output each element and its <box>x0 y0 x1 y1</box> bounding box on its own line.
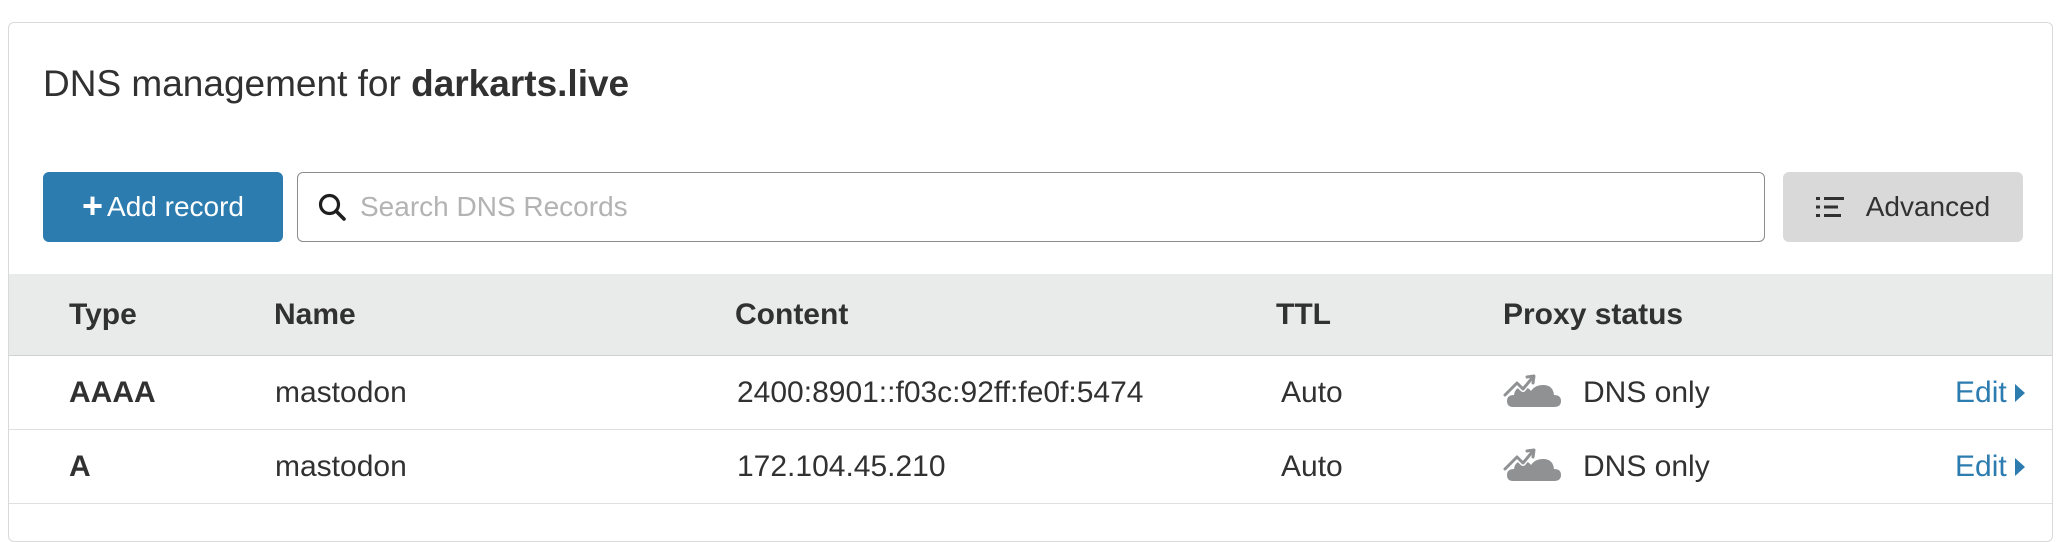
dns-toolbar: + Add record Search DNS Records Advanced <box>43 172 2028 242</box>
search-box[interactable] <box>297 172 1765 242</box>
caret-right-icon <box>2014 384 2025 402</box>
proxy-status: DNS only <box>1503 430 1710 504</box>
proxy-status-label: DNS only <box>1583 450 1710 483</box>
table-header: Type Name Content TTL Proxy status <box>9 274 2052 356</box>
record-ttl: Auto <box>1281 376 1343 409</box>
column-header-ttl[interactable]: TTL <box>1276 274 1331 356</box>
dns-records-table: Type Name Content TTL Proxy status AAAA … <box>9 274 2052 504</box>
search-icon <box>316 191 348 223</box>
advanced-button[interactable]: Advanced <box>1783 172 2023 242</box>
column-header-proxy-status[interactable]: Proxy status <box>1503 274 1683 356</box>
filter-list-icon <box>1815 196 1844 218</box>
domain-name: darkarts.live <box>411 63 630 104</box>
record-ttl: Auto <box>1281 450 1343 483</box>
column-header-content[interactable]: Content <box>735 274 848 356</box>
column-header-type[interactable]: Type <box>69 274 137 356</box>
caret-right-icon <box>2014 458 2025 476</box>
add-record-button[interactable]: + Add record <box>43 172 283 242</box>
record-name: mastodon <box>275 376 407 409</box>
dns-only-cloud-icon <box>1503 448 1561 481</box>
column-header-name[interactable]: Name <box>274 274 356 356</box>
page-title: DNS management for darkarts.live <box>43 59 629 109</box>
record-content: 172.104.45.210 <box>737 450 946 483</box>
advanced-label: Advanced <box>1865 191 1991 222</box>
plus-icon: + <box>82 184 104 226</box>
add-record-label: Add record <box>107 191 244 222</box>
proxy-status-label: DNS only <box>1583 376 1710 409</box>
dns-only-cloud-icon <box>1503 374 1561 407</box>
table-row[interactable]: AAAA mastodon 2400:8901::f03c:92ff:fe0f:… <box>9 356 2052 430</box>
table-row[interactable]: A mastodon 172.104.45.210 Auto DNS only … <box>9 430 2052 504</box>
record-content: 2400:8901::f03c:92ff:fe0f:5474 <box>737 376 1144 409</box>
record-name: mastodon <box>275 450 407 483</box>
record-type: A <box>69 450 91 483</box>
edit-label: Edit <box>1955 450 2007 483</box>
record-type: AAAA <box>69 376 156 409</box>
edit-link[interactable]: Edit <box>1955 430 2025 504</box>
edit-link[interactable]: Edit <box>1955 356 2025 430</box>
edit-label: Edit <box>1955 376 2007 409</box>
dns-management-panel: DNS management for darkarts.live + Add r… <box>8 22 2053 542</box>
page-title-prefix: DNS management for <box>43 63 412 104</box>
search-input[interactable] <box>360 177 1740 237</box>
proxy-status: DNS only <box>1503 356 1710 430</box>
